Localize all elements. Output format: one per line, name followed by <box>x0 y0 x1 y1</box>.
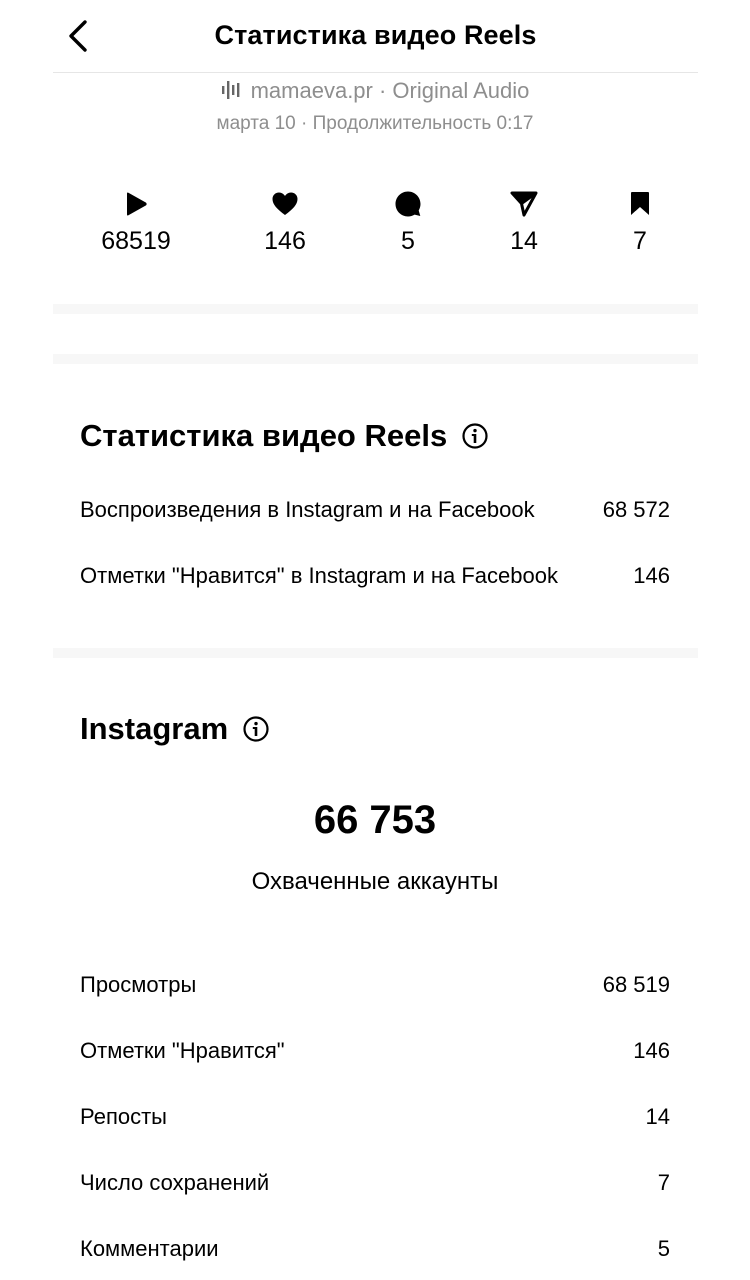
instagram-section-title: Instagram <box>80 711 270 747</box>
metric-row: Воспроизведения в Instagram и на Faceboo… <box>80 497 670 523</box>
metric-label: Просмотры <box>80 972 197 997</box>
comments-count: 5 <box>401 227 415 255</box>
metric-value: 7 <box>657 1170 670 1195</box>
metric-value: 146 <box>633 1038 670 1063</box>
audio-title: mamaeva.pr · Original Audio <box>250 78 530 103</box>
audio-wave-icon <box>221 81 239 99</box>
bookmark-icon <box>631 192 649 215</box>
reach-label: Охваченные аккаунты <box>251 868 499 895</box>
page-title: Статистика видео Reels <box>214 20 537 50</box>
info-button[interactable] <box>242 715 270 743</box>
stat-plays: 68519 <box>81 190 191 256</box>
metric-label: Отметки "Нравится" <box>80 1038 285 1063</box>
shares-count: 14 <box>510 227 538 255</box>
reels-section-heading: Статистика видео Reels <box>80 418 448 453</box>
metric-label: Отметки "Нравится" в Instagram и на Face… <box>80 563 558 588</box>
metric-label: Воспроизведения в Instagram и на Faceboo… <box>80 497 535 522</box>
metric-row: Просмотры 68 519 <box>80 972 670 998</box>
stat-comments: 5 <box>353 190 463 256</box>
metric-row: Комментарии 5 <box>80 1236 670 1262</box>
section-divider <box>53 304 698 314</box>
stat-likes: 146 <box>230 190 340 256</box>
section-divider <box>53 648 698 658</box>
top-bar: Статистика видео Reels <box>53 0 698 73</box>
send-icon <box>510 191 538 217</box>
heart-icon <box>272 192 298 215</box>
reels-section-title: Статистика видео Reels <box>80 418 489 454</box>
instagram-section-heading: Instagram <box>80 711 229 746</box>
metric-label: Репосты <box>80 1104 167 1129</box>
metric-label: Число сохранений <box>80 1170 270 1195</box>
reels-insights-page: Статистика видео Reels mamaeva.pr · Orig… <box>0 0 750 1280</box>
metric-value: 68 572 <box>602 497 670 522</box>
info-icon <box>243 716 269 742</box>
stat-shares: 14 <box>469 190 579 256</box>
metric-row: Отметки "Нравится" в Instagram и на Face… <box>80 563 670 589</box>
metric-row: Отметки "Нравится" 146 <box>80 1038 670 1064</box>
metric-value: 14 <box>645 1104 670 1129</box>
metric-row: Репосты 14 <box>80 1104 670 1130</box>
plays-count: 68519 <box>101 227 171 255</box>
info-icon <box>462 423 488 449</box>
info-button[interactable] <box>461 422 489 450</box>
reach-value: 66 753 <box>313 798 437 842</box>
post-meta: марта 10 · Продолжительность 0:17 <box>216 113 534 134</box>
metric-value: 146 <box>633 563 670 588</box>
likes-count: 146 <box>264 227 306 255</box>
saves-count: 7 <box>633 227 647 255</box>
play-icon <box>127 192 147 216</box>
comment-icon <box>395 191 421 217</box>
audio-info[interactable]: mamaeva.pr · Original Audio <box>0 78 750 106</box>
stat-saves: 7 <box>585 190 695 256</box>
metric-label: Комментарии <box>80 1236 219 1261</box>
section-divider <box>53 354 698 364</box>
metric-value: 5 <box>657 1236 670 1261</box>
metric-row: Число сохранений 7 <box>80 1170 670 1196</box>
metric-value: 68 519 <box>602 972 670 997</box>
